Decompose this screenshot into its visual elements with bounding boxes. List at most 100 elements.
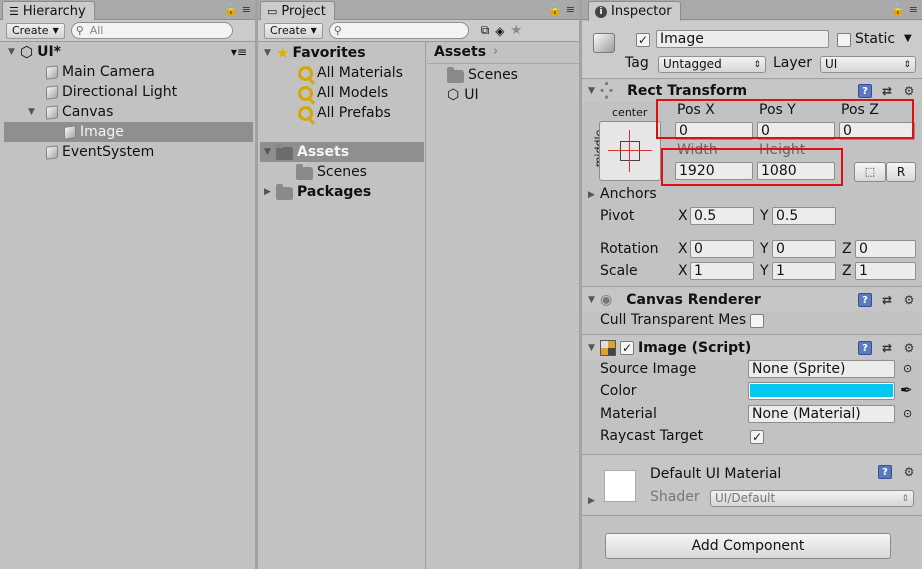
static-checkbox[interactable] xyxy=(837,33,851,47)
tab-controls: 🔒 ≡ xyxy=(548,3,575,16)
gear-icon[interactable]: ⚙ xyxy=(902,293,916,307)
help-icon[interactable]: ? xyxy=(858,84,872,98)
expand-arrow-icon[interactable]: ▼ xyxy=(588,343,600,353)
filter-by-label-icon[interactable]: ◈ xyxy=(495,24,504,38)
hierarchy-item-canvas[interactable]: ▼ Canvas xyxy=(28,102,113,122)
tab-inspector[interactable]: i Inspector xyxy=(588,1,681,21)
item-label: All Materials xyxy=(317,65,403,81)
breadcrumb-assets[interactable]: Assets xyxy=(434,44,486,60)
scene-row[interactable]: ▼ ⬡ UI* ▾≡ xyxy=(8,42,255,62)
tag-dropdown[interactable]: Untagged ⇕ xyxy=(658,56,766,73)
scene-menu-icon[interactable]: ▾≡ xyxy=(231,45,247,59)
tab-hierarchy[interactable]: ☰ Hierarchy xyxy=(2,1,95,21)
expand-arrow-icon[interactable]: ▼ xyxy=(588,86,600,96)
lock-icon[interactable]: 🔒 xyxy=(548,3,562,16)
expand-arrow-icon[interactable]: ▼ xyxy=(264,48,276,58)
anchor-presets-button[interactable] xyxy=(599,121,661,181)
canvas-renderer-header[interactable]: ▼ ◉ Canvas Renderer ? ⇄ ⚙ xyxy=(582,289,922,311)
blueprint-mode-button[interactable]: ⬚ xyxy=(854,162,886,182)
collapsed-arrow-icon[interactable]: ▶ xyxy=(264,187,276,197)
static-dropdown-arrow-icon[interactable]: ▼ xyxy=(904,33,912,44)
cull-transparent-checkbox[interactable] xyxy=(750,314,764,328)
object-picker-icon[interactable]: ⊙ xyxy=(903,407,912,420)
pivot-y-field[interactable]: 0.5 xyxy=(772,207,836,225)
tab-project[interactable]: ▭ Project xyxy=(260,1,335,21)
menu-icon[interactable]: ≡ xyxy=(242,3,251,16)
anchors-expand-icon[interactable]: ▶ xyxy=(588,190,600,200)
hierarchy-tabstrip: ☰ Hierarchy 🔒 ≡ xyxy=(0,0,255,21)
favorites-item-all-materials[interactable]: All Materials xyxy=(298,63,403,83)
component-enabled-checkbox[interactable]: ✓ xyxy=(620,341,634,355)
help-icon[interactable]: ? xyxy=(878,465,892,479)
scale-z-field[interactable]: 1 xyxy=(855,262,916,280)
scale-x-field[interactable]: 1 xyxy=(690,262,754,280)
gameobject-icon xyxy=(44,65,58,79)
gameobject-icon xyxy=(44,145,58,159)
shader-dropdown[interactable]: UI/Default ⇕ xyxy=(710,490,914,507)
hierarchy-item-main-camera[interactable]: Main Camera xyxy=(44,62,155,82)
anchor-h-label: center xyxy=(612,106,648,119)
active-checkbox[interactable]: ✓ xyxy=(636,33,650,47)
project-search-input[interactable]: ⚲ xyxy=(328,22,469,39)
object-name-field[interactable]: Image xyxy=(656,30,829,48)
anchors-label[interactable]: Anchors xyxy=(600,186,657,202)
gear-icon[interactable]: ⚙ xyxy=(902,84,916,98)
packages-folder-row[interactable]: ▶ Packages xyxy=(264,182,371,202)
gear-icon[interactable]: ⚙ xyxy=(902,465,916,479)
add-component-button[interactable]: Add Component xyxy=(605,533,891,559)
color-field[interactable] xyxy=(748,382,895,400)
image-script-header[interactable]: ▼ ✓ Image (Script) ? ⇄ ⚙ xyxy=(582,337,922,359)
pivot-x-field[interactable]: 0.5 xyxy=(690,207,754,225)
filter-by-type-icon[interactable]: ⧉ xyxy=(481,23,490,38)
content-item-ui[interactable]: ⬡ UI xyxy=(447,85,479,105)
inspector-tabstrip: i Inspector 🔒 ≡ xyxy=(582,0,922,21)
preset-sliders-icon[interactable]: ⇄ xyxy=(880,293,894,307)
favorites-item-all-prefabs[interactable]: All Prefabs xyxy=(298,103,391,123)
favorites-row[interactable]: ▼ ★ Favorites xyxy=(264,43,366,63)
assets-folder-row[interactable]: ▼ Assets xyxy=(260,142,424,162)
hierarchy-item-eventsystem[interactable]: EventSystem xyxy=(44,142,154,162)
eyedropper-icon[interactable]: ✒ xyxy=(900,381,913,399)
hierarchy-search-input[interactable]: ⚲ All xyxy=(70,22,233,39)
favorites-item-all-models[interactable]: All Models xyxy=(298,83,388,103)
material-expand-icon[interactable]: ▶ xyxy=(588,496,600,506)
item-label: Main Camera xyxy=(62,64,155,80)
create-button[interactable]: Create ▼ xyxy=(6,22,65,39)
menu-icon[interactable]: ≡ xyxy=(566,3,575,16)
hierarchy-item-directional-light[interactable]: Directional Light xyxy=(44,82,177,102)
expand-arrow-icon[interactable]: ▼ xyxy=(588,295,600,305)
saved-search-icon xyxy=(298,105,313,121)
help-icon[interactable]: ? xyxy=(858,341,872,355)
lock-icon[interactable]: 🔒 xyxy=(224,3,238,16)
hierarchy-toolbar: Create ▼ ⚲ All xyxy=(0,20,255,42)
preset-sliders-icon[interactable]: ⇄ xyxy=(880,84,894,98)
create-label: Create xyxy=(270,24,307,37)
scale-y-field[interactable]: 1 xyxy=(772,262,836,280)
menu-icon[interactable]: ≡ xyxy=(909,3,918,16)
expand-arrow-icon[interactable]: ▼ xyxy=(264,147,276,157)
expand-arrow-icon[interactable]: ▼ xyxy=(8,47,20,57)
help-icon[interactable]: ? xyxy=(858,293,872,307)
source-image-field[interactable]: None (Sprite) xyxy=(748,360,895,378)
create-button[interactable]: Create ▼ xyxy=(264,22,323,39)
rotation-x-field[interactable]: 0 xyxy=(690,240,754,258)
hierarchy-item-image[interactable]: Image xyxy=(4,122,253,142)
scenes-folder-row[interactable]: Scenes xyxy=(296,162,367,182)
raw-edit-button[interactable]: R xyxy=(886,162,916,182)
preset-sliders-icon[interactable]: ⇄ xyxy=(880,341,894,355)
search-icon: ⚲ xyxy=(75,24,84,37)
favorite-star-icon[interactable]: ★ xyxy=(511,23,523,38)
expand-arrow-icon[interactable]: ▼ xyxy=(28,107,44,117)
lock-icon[interactable]: 🔒 xyxy=(891,3,905,16)
content-item-scenes[interactable]: Scenes xyxy=(447,65,518,85)
folder-icon xyxy=(276,143,293,160)
pivot-x-label: X xyxy=(678,208,688,224)
object-picker-icon[interactable]: ⊙ xyxy=(903,362,912,375)
material-field[interactable]: None (Material) xyxy=(748,405,895,423)
rotation-z-field[interactable]: 0 xyxy=(855,240,916,258)
gear-icon[interactable]: ⚙ xyxy=(902,341,916,355)
highlight-position-box xyxy=(656,99,914,139)
rotation-y-field[interactable]: 0 xyxy=(772,240,836,258)
raycast-target-checkbox[interactable]: ✓ xyxy=(750,430,764,444)
layer-dropdown[interactable]: UI ⇕ xyxy=(820,56,916,73)
